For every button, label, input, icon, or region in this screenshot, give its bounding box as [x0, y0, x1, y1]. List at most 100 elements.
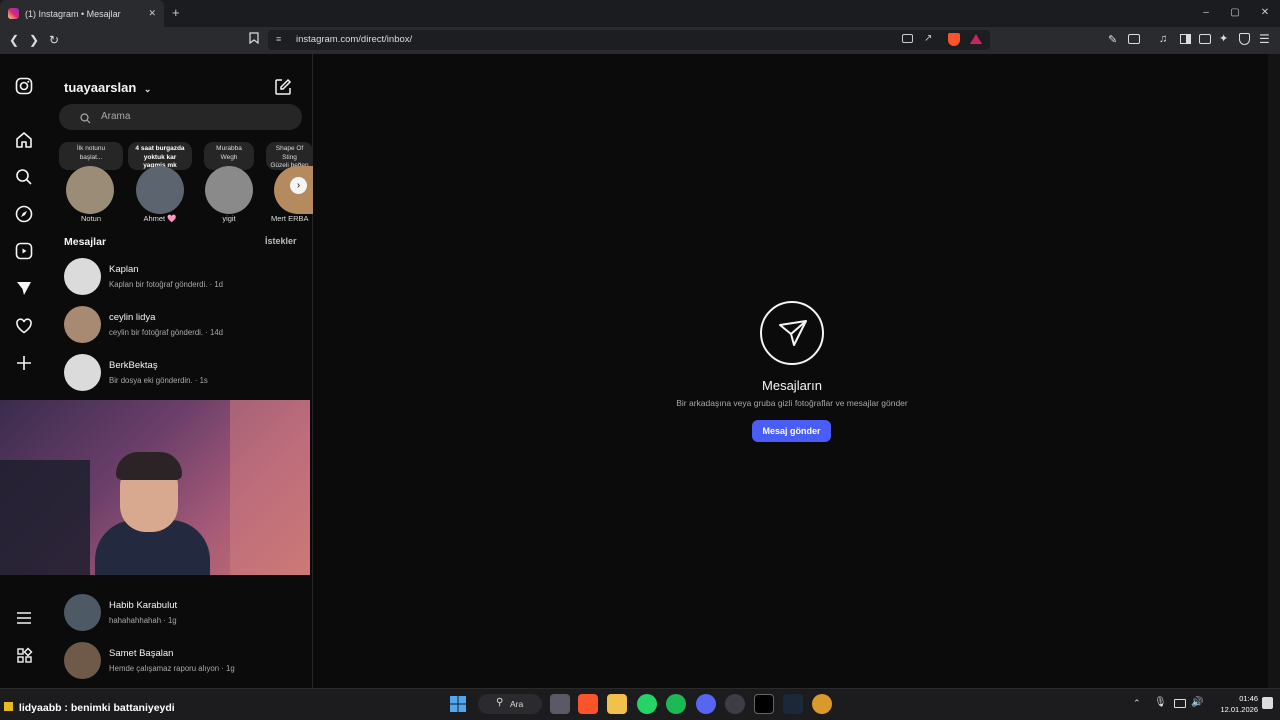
- messenger-paper-plane-icon: [760, 301, 824, 365]
- windows-start-icon[interactable]: [450, 696, 466, 717]
- avatar: [64, 258, 101, 295]
- empty-state-title: Mesajların: [762, 378, 822, 393]
- menu-icon[interactable]: ☰: [1259, 32, 1270, 46]
- clock-time: 01:46: [1239, 694, 1258, 703]
- back-arrow-icon[interactable]: ❮: [5, 31, 23, 49]
- media-icon[interactable]: ♫: [1159, 33, 1167, 45]
- brave-shields-icon[interactable]: [948, 33, 960, 46]
- messages-direct-icon[interactable]: [12, 276, 36, 300]
- explore-compass-icon[interactable]: [12, 202, 36, 226]
- spotify-icon[interactable]: [666, 694, 686, 714]
- new-message-compose-icon[interactable]: [274, 78, 292, 101]
- taskbar-search-label: Ara: [510, 699, 524, 709]
- cast-icon[interactable]: [902, 34, 913, 43]
- notification-center-icon[interactable]: [1262, 697, 1273, 709]
- webcam-wall: [230, 400, 310, 575]
- story-name: Ahmet 🩷: [143, 214, 177, 223]
- also-from-meta-icon[interactable]: [12, 644, 36, 668]
- bookmark-icon[interactable]: [245, 31, 263, 49]
- search-icon[interactable]: [12, 165, 36, 189]
- discord-icon[interactable]: [696, 694, 716, 714]
- conversation-preview: Bir dosya eki gönderdin. · 1s: [109, 376, 208, 385]
- window-restore-button[interactable]: ▢: [1220, 5, 1250, 21]
- avatar: [64, 354, 101, 391]
- conversation-name: Habib Karabulut: [109, 600, 178, 611]
- story-name: yigit: [222, 214, 236, 223]
- browser-tab[interactable]: (1) Instagram • Mesajlar ✕: [0, 0, 164, 27]
- story-avatar[interactable]: [205, 166, 253, 214]
- more-menu-icon[interactable]: [12, 606, 36, 630]
- wallet-icon[interactable]: [1199, 34, 1211, 44]
- search-placeholder: Arama: [101, 111, 131, 122]
- brave-rewards-icon[interactable]: [970, 34, 982, 44]
- instagram-logo-icon[interactable]: [12, 74, 36, 98]
- tab-title: (1) Instagram • Mesajlar: [25, 8, 121, 19]
- new-tab-button[interactable]: +: [172, 5, 180, 20]
- taskbar-search-icon: ⚲: [496, 697, 504, 708]
- conversation-row[interactable]: Habib Karabulut hahahahhahah · 1g: [59, 592, 309, 634]
- network-icon[interactable]: [1174, 699, 1186, 708]
- empty-state-subtitle: Bir arkadaşına veya gruba gizli fotoğraf…: [676, 398, 908, 408]
- webcam-overlay: [0, 400, 310, 575]
- conversation-row[interactable]: BerkBektaş Bir dosya eki gönderdin. · 1s: [59, 352, 309, 394]
- conversation-row[interactable]: Samet Başalan Hemde çalışamaz raporu alı…: [59, 640, 309, 682]
- leo-ai-icon[interactable]: ✦: [1219, 32, 1228, 45]
- create-plus-icon[interactable]: [12, 351, 36, 375]
- story-name: Notun: [80, 214, 101, 223]
- share-icon[interactable]: ↗: [924, 33, 932, 44]
- conversation-row[interactable]: ceylin lidya ceylin bir fotoğraf gönderd…: [59, 304, 309, 346]
- main-content: [313, 54, 1268, 688]
- story-name: Mert ERBA: [271, 214, 309, 223]
- app-icon[interactable]: [725, 694, 745, 714]
- game-app-icon[interactable]: [812, 694, 832, 714]
- window-minimize-button[interactable]: –: [1191, 5, 1221, 21]
- conversation-row[interactable]: Kaplan Kaplan bir fotoğraf gönderdi. · 1…: [59, 256, 309, 298]
- sidebar-icon[interactable]: [1180, 34, 1191, 44]
- conversation-preview: ceylin bir fotoğraf gönderdi. · 14d: [109, 328, 223, 337]
- tray-overflow-chevron-icon[interactable]: ⌃: [1133, 698, 1141, 709]
- conversation-preview: Hemde çalışamaz raporu alıyon · 1g: [109, 664, 235, 673]
- conversation-name: Kaplan: [109, 264, 139, 275]
- url-text[interactable]: instagram.com/direct/inbox/: [296, 34, 412, 45]
- file-explorer-icon[interactable]: [607, 694, 627, 714]
- system-clock[interactable]: 01:46 12.01.2026: [1206, 693, 1258, 715]
- brave-browser-icon[interactable]: [578, 694, 598, 714]
- username-label: tuayaarslan: [64, 80, 137, 95]
- whatsapp-icon[interactable]: [637, 694, 657, 714]
- extensions-icon[interactable]: ✎: [1108, 33, 1117, 46]
- story-avatar[interactable]: [136, 166, 184, 214]
- clock-date: 12.01.2026: [1220, 705, 1258, 714]
- search-input[interactable]: [59, 104, 302, 130]
- task-view-icon[interactable]: [550, 694, 570, 714]
- home-icon[interactable]: [12, 128, 36, 152]
- chat-badge-icon: [4, 702, 13, 711]
- avatar: [64, 306, 101, 343]
- steam-icon[interactable]: [783, 694, 803, 714]
- screenshot-icon[interactable]: [1128, 34, 1140, 44]
- instagram-favicon-icon: [8, 8, 19, 19]
- volume-icon[interactable]: 🔊: [1191, 697, 1203, 708]
- requests-link[interactable]: İstekler: [265, 236, 297, 246]
- conversation-name: Samet Başalan: [109, 648, 174, 659]
- avatar: [64, 594, 101, 631]
- notifications-heart-icon[interactable]: [12, 314, 36, 338]
- stream-chat-line: lidyaabb : benimki battaniyeydi: [4, 702, 175, 714]
- reload-icon[interactable]: ↻: [45, 31, 63, 49]
- conversation-name: ceylin lidya: [109, 312, 156, 323]
- microphone-icon[interactable]: 🎙: [1154, 697, 1167, 708]
- window-close-button[interactable]: ✕: [1250, 5, 1280, 21]
- conversation-preview: hahahahhahah · 1g: [109, 616, 177, 625]
- site-settings-icon[interactable]: ≡: [276, 34, 281, 44]
- tab-close-icon[interactable]: ✕: [148, 8, 156, 19]
- account-switcher[interactable]: tuayaarslan ⌄: [64, 80, 151, 95]
- page-scrollbar[interactable]: [1268, 54, 1280, 688]
- forward-arrow-icon[interactable]: ❯: [25, 31, 43, 49]
- story-avatar[interactable]: [66, 166, 114, 214]
- chat-line-text: lidyaabb : benimki battaniyeydi: [18, 702, 175, 714]
- epic-games-icon[interactable]: [754, 694, 774, 714]
- vpn-shield-icon[interactable]: [1239, 33, 1250, 45]
- reels-icon[interactable]: [12, 239, 36, 263]
- taskbar-search[interactable]: ⚲ Ara: [478, 694, 542, 714]
- send-message-button[interactable]: Mesaj gönder: [752, 420, 831, 442]
- stories-next-chevron-icon[interactable]: ›: [290, 177, 307, 194]
